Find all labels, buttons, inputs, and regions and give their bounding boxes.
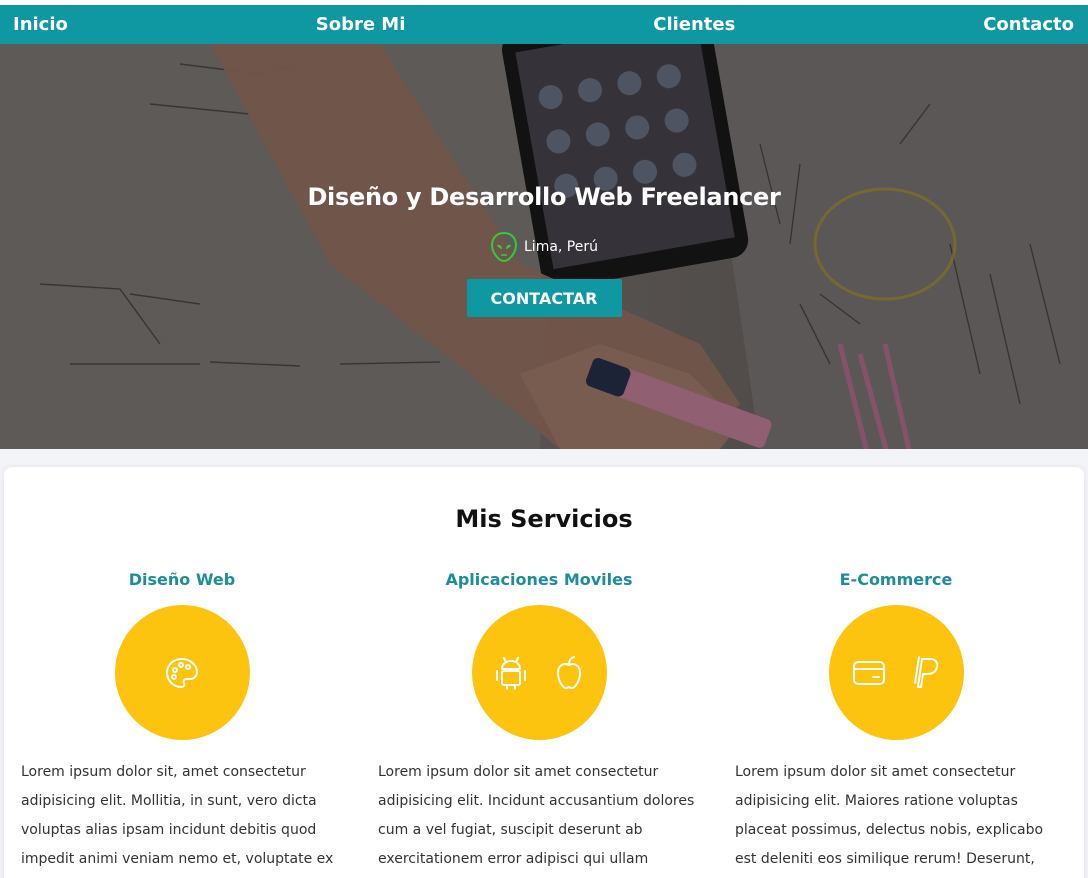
main-navbar: Inicio Sobre Mi Clientes Contacto [0, 5, 1088, 44]
credit-card-icon [853, 660, 885, 685]
service-title: Aplicaciones Moviles [445, 570, 633, 589]
location-text: Lima, Perú [524, 239, 598, 255]
services-heading: Mis Servicios [455, 505, 633, 533]
paypal-icon [914, 655, 939, 688]
hero-section: Diseño y Desarrollo Web Freelancer Lima,… [0, 44, 1088, 449]
service-description: Lorem ipsum dolor sit, amet consectetur … [21, 764, 334, 867]
android-icon [496, 656, 526, 690]
service-card-mobile-apps: Aplicaciones Moviles Lorem ipsum dolor s… [364, 570, 714, 878]
hero-content: Diseño y Desarrollo Web Freelancer Lima,… [0, 44, 1088, 449]
hero-title: Diseño y Desarrollo Web Freelancer [307, 183, 781, 211]
apple-icon [557, 655, 581, 689]
services-section: Mis Servicios Diseño Web Lorem ipsum dol… [4, 467, 1084, 878]
service-icon-circle [114, 605, 250, 740]
service-icon-circle [828, 605, 964, 740]
nav-link-contacto[interactable]: Contacto [983, 14, 1074, 35]
hero-location: Lima, Perú [490, 231, 598, 263]
service-card-ecommerce: E-Commerce Lorem ipsum dolor sit amet co… [721, 570, 1071, 878]
service-description: Lorem ipsum dolor sit amet consectetur a… [378, 764, 695, 867]
nav-link-clientes[interactable]: Clientes [653, 14, 735, 35]
service-icon-circle [471, 605, 607, 740]
nav-link-sobre-mi[interactable]: Sobre Mi [316, 14, 406, 35]
palette-icon [166, 657, 198, 688]
service-card-web-design: Diseño Web Lorem ipsum dolor sit, amet c… [7, 570, 357, 874]
service-description: Lorem ipsum dolor sit amet consectetur a… [735, 764, 1044, 867]
alien-icon [490, 231, 518, 263]
contactar-button[interactable]: CONTACTAR [466, 279, 622, 317]
service-title: Diseño Web [128, 570, 236, 589]
service-title: E-Commerce [839, 570, 953, 589]
nav-link-inicio[interactable]: Inicio [13, 14, 68, 35]
